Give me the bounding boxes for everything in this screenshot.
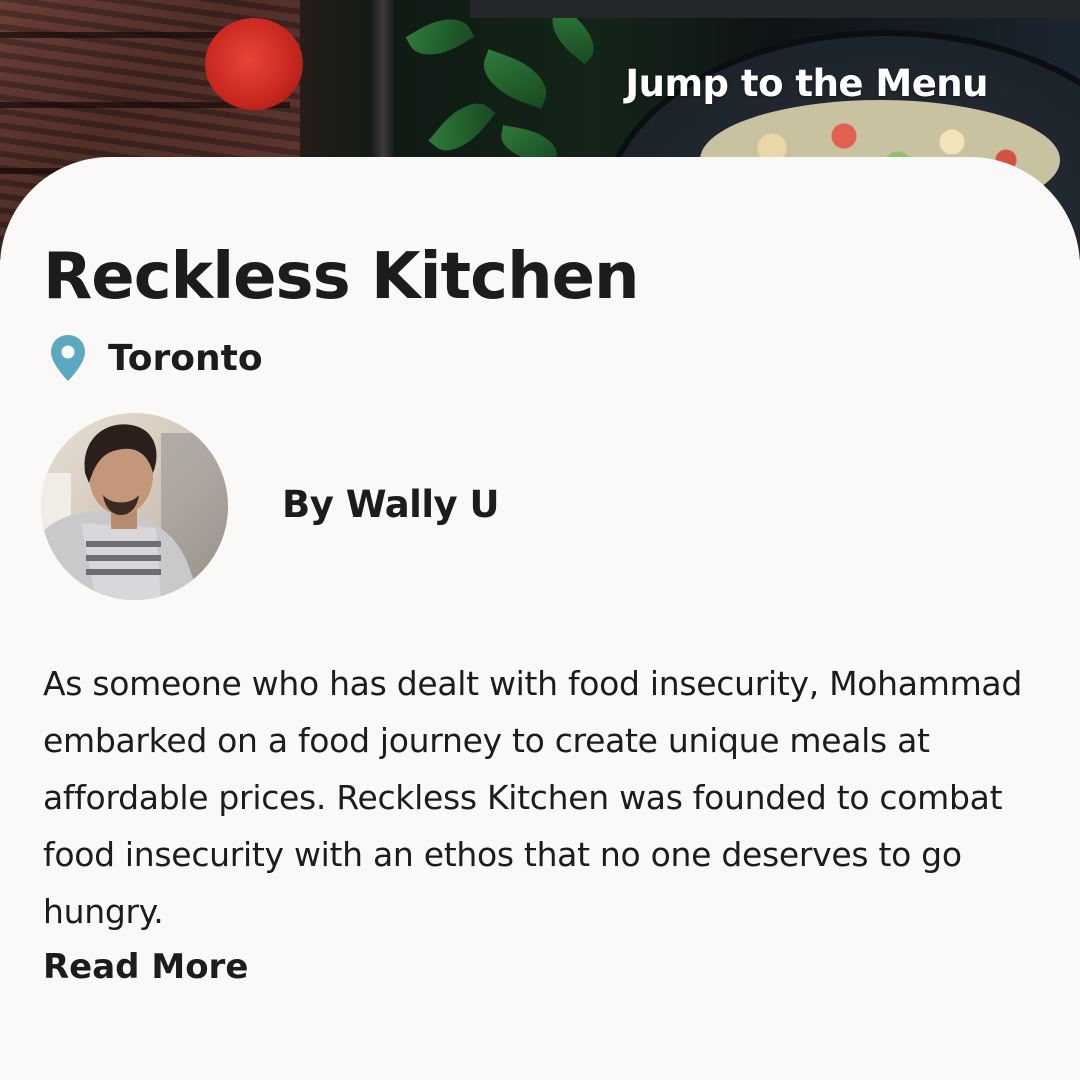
jump-to-menu-link[interactable]: Jump to the Menu xyxy=(625,62,988,105)
map-pin-icon xyxy=(51,335,85,381)
leaf xyxy=(475,49,555,109)
location-label: Toronto xyxy=(108,337,263,379)
chef-portrait xyxy=(41,424,228,600)
author-name: By Wally U xyxy=(282,483,500,526)
tomato-photo-area xyxy=(205,18,303,110)
chef-avatar xyxy=(41,413,228,600)
leaf xyxy=(405,7,475,67)
read-more-link[interactable]: Read More xyxy=(43,947,248,987)
leaf xyxy=(428,91,496,163)
table-rail xyxy=(470,0,1080,18)
restaurant-card: Reckless Kitchen Toronto By Wally U As s… xyxy=(0,157,1080,1080)
location-row: Toronto xyxy=(48,333,263,383)
restaurant-name: Reckless Kitchen xyxy=(43,240,640,314)
restaurant-description: As someone who has dealt with food insec… xyxy=(43,664,1022,931)
